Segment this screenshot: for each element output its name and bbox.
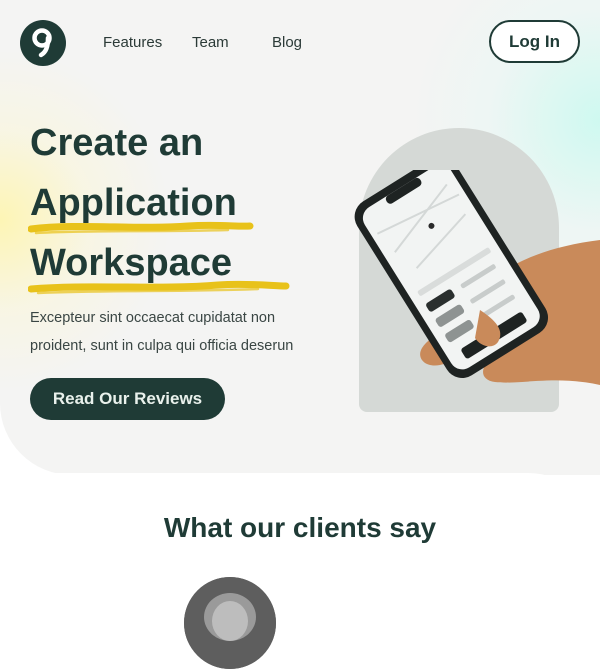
client-avatar	[184, 577, 276, 669]
hero-description-line-2: proident, sunt in culpa qui officia dese…	[30, 338, 294, 354]
headline-line-1: Create an	[30, 122, 204, 164]
logo-mark-icon	[32, 28, 52, 58]
login-button[interactable]: Log In	[489, 20, 580, 63]
nav-team[interactable]: Team	[192, 34, 229, 51]
nav-features[interactable]: Features	[103, 34, 162, 51]
testimonials-title: What our clients say	[163, 512, 437, 543]
client-photo-icon	[184, 577, 276, 669]
hero-description: Excepteur sint occaecat cupidatat non pr…	[30, 304, 330, 360]
phone-in-hand-image	[354, 170, 600, 385]
headline-line-3: Workspace	[30, 242, 233, 284]
nav-blog[interactable]: Blog	[272, 34, 302, 51]
logo[interactable]	[20, 20, 66, 66]
read-reviews-button[interactable]: Read Our Reviews	[30, 378, 225, 420]
hero-description-line-1: Excepteur sint occaecat cupidatat non	[30, 310, 276, 326]
headline-line-2: Application	[30, 182, 237, 224]
